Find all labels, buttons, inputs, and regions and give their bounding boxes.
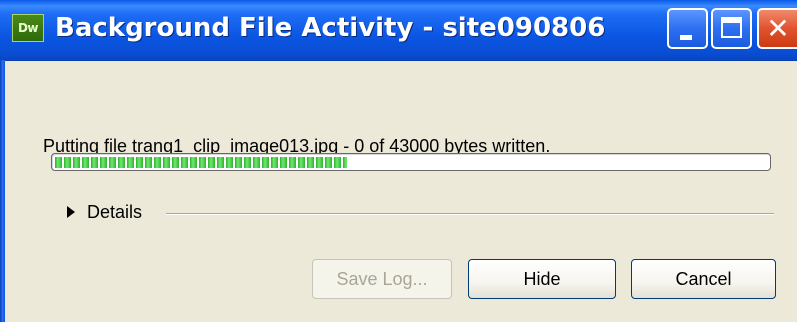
minimize-button[interactable] [667,8,708,49]
save-log-button[interactable]: Save Log... [312,259,452,299]
close-button[interactable]: ✕ [757,8,797,49]
cancel-button[interactable]: Cancel [631,259,776,299]
progress-bar [51,153,771,171]
details-separator [166,213,774,215]
maximize-icon [721,17,742,38]
progress-bar-fill [55,157,347,168]
background-file-activity-window: Dw Background File Activity - site090806… [0,0,797,322]
title-bar[interactable]: Dw Background File Activity - site090806… [0,0,797,61]
window-title: Background File Activity - site090806 [55,13,606,43]
maximize-button[interactable] [711,8,752,49]
triangle-right-icon[interactable] [67,206,75,218]
hide-button[interactable]: Hide [468,259,616,299]
dreamweaver-app-icon: Dw [12,14,44,42]
close-icon: ✕ [766,12,790,45]
minimize-icon [680,35,692,40]
details-toggle-label[interactable]: Details [87,202,142,223]
